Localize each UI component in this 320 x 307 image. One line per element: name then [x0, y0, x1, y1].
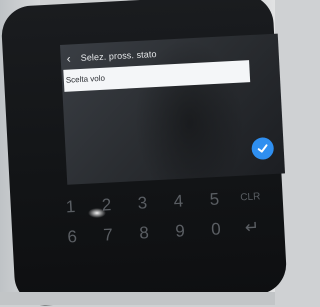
enter-icon[interactable]: ↵	[237, 215, 266, 240]
device-screen: ‹ Selez. pross. stato Scelta volo	[60, 33, 286, 185]
screen-title: Selez. pross. stato	[80, 48, 157, 63]
key-clear[interactable]: CLR	[236, 185, 265, 210]
key-9[interactable]: 9	[165, 219, 194, 244]
chevron-left-icon[interactable]: ‹	[66, 50, 81, 67]
surface-band	[0, 292, 275, 305]
light-glare	[88, 208, 106, 218]
key-8[interactable]: 8	[129, 221, 158, 246]
key-7[interactable]: 7	[94, 223, 123, 248]
numeric-keypad: 1 2 3 4 5 CLR 6 7 8 9 0 ↵	[56, 185, 274, 276]
key-3[interactable]: 3	[128, 191, 157, 216]
key-5[interactable]: 5	[200, 187, 229, 212]
key-4[interactable]: 4	[164, 189, 193, 214]
key-1[interactable]: 1	[56, 195, 85, 220]
check-icon	[257, 144, 268, 153]
confirm-button[interactable]	[251, 136, 275, 161]
key-6[interactable]: 6	[58, 224, 87, 249]
key-0[interactable]: 0	[201, 217, 230, 242]
